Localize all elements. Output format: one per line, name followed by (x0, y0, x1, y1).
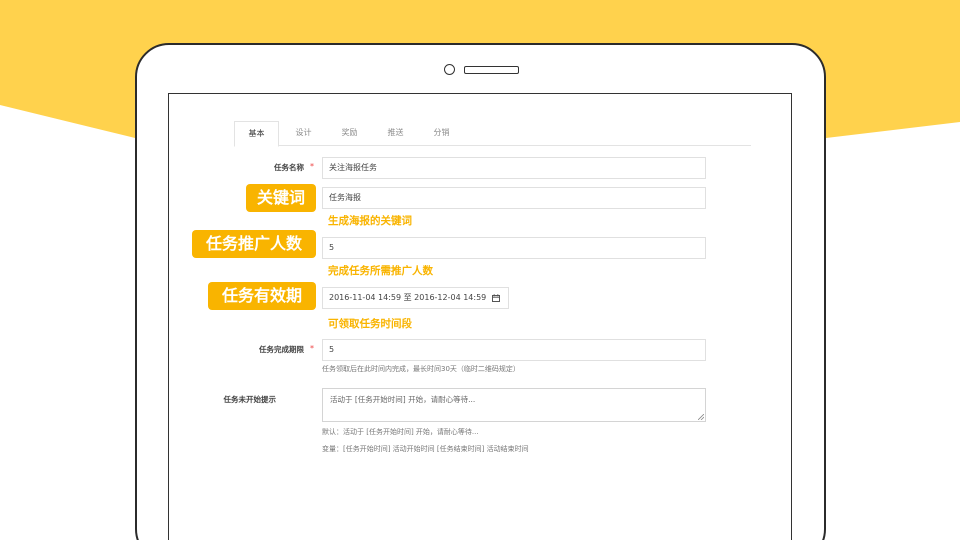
tab-bar: 基本 设计 奖励 推送 分销 (234, 121, 751, 147)
calendar-icon[interactable] (491, 293, 500, 302)
not-started-tip-label: 任务未开始提示 (223, 395, 277, 404)
tab-design[interactable]: 设计 (281, 121, 326, 146)
task-name-label: 任务名称 (274, 163, 304, 172)
variables-hint: 变量：[任务开始时间] 活动开始时间 [任务结束时间] 活动结束时间 (322, 445, 529, 453)
required-mark: * (310, 344, 314, 353)
task-name-input[interactable]: 关注海报任务 (322, 157, 706, 179)
tab-push[interactable]: 推送 (373, 121, 418, 146)
completion-period-label: 任务完成期限 (259, 345, 304, 354)
validity-range-input[interactable]: 2016-11-04 14:59 至 2016-12-04 14:59 (322, 287, 509, 309)
not-started-tip-placeholder: 活动于 [任务开始时间] 开始，请耐心等待... (330, 395, 476, 404)
keyword-annotation: 生成海报的关键词 (328, 215, 412, 227)
validity-annotation: 可领取任务时间段 (328, 318, 412, 330)
validity-range-text: 2016-11-04 14:59 至 2016-12-04 14:59 (329, 293, 487, 302)
tab-reward[interactable]: 奖励 (327, 121, 372, 146)
camera-icon (444, 64, 455, 75)
validity-badge: 任务有效期 (208, 282, 316, 310)
tab-basic[interactable]: 基本 (234, 121, 279, 147)
tablet-screen: 基本 设计 奖励 推送 分销 任务名称 * 关注海报任务 任务海报 5 2016… (168, 93, 792, 540)
completion-period-hint: 任务领取后在此时间内完成，最长时间30天（临时二维码规定） (322, 365, 520, 373)
keyword-badge: 关键词 (246, 184, 316, 212)
completion-period-input[interactable]: 5 (322, 339, 706, 361)
promote-count-input[interactable]: 5 (322, 237, 706, 259)
speaker-icon (464, 66, 519, 74)
not-started-tip-textarea[interactable]: 活动于 [任务开始时间] 开始，请耐心等待... (322, 388, 706, 422)
keyword-input[interactable]: 任务海报 (322, 187, 706, 209)
resize-handle-icon[interactable] (698, 414, 704, 420)
default-hint: 默认：活动于 [任务开始时间] 开始，请耐心等待... (322, 428, 479, 436)
required-mark: * (310, 162, 314, 171)
promote-count-badge: 任务推广人数 (192, 230, 316, 258)
promote-count-annotation: 完成任务所需推广人数 (328, 265, 433, 277)
tab-distribution[interactable]: 分销 (419, 121, 464, 146)
